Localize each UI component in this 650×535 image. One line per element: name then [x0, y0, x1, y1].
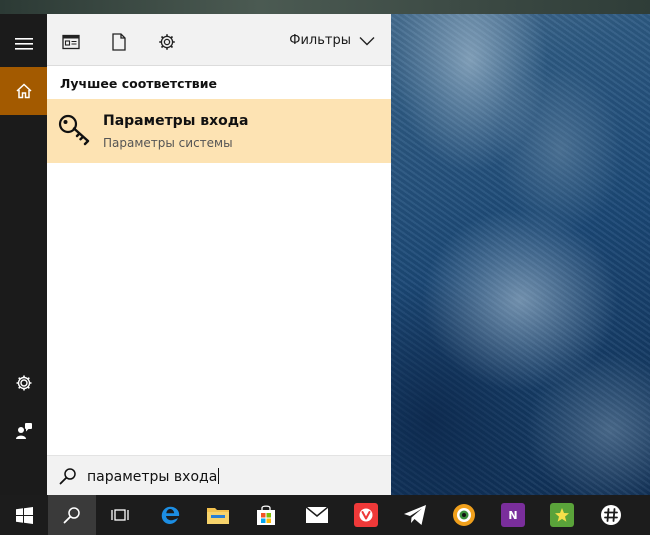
- home-icon: [15, 83, 32, 99]
- apps-view-button[interactable]: [61, 32, 81, 52]
- taskbar-app-vivaldi[interactable]: [342, 495, 390, 535]
- filters-dropdown[interactable]: Фильтры: [289, 33, 375, 48]
- vivaldi-mark-icon: [359, 508, 373, 522]
- green-app-icon: [550, 503, 574, 527]
- taskbar-app-store[interactable]: [242, 495, 290, 535]
- hamburger-menu-button[interactable]: [0, 20, 47, 68]
- settings-rail-button[interactable]: [0, 359, 47, 407]
- taskbar-app-edge[interactable]: [146, 495, 194, 535]
- start-button[interactable]: [0, 495, 48, 535]
- task-view-icon: [111, 509, 129, 521]
- xnview-icon: [453, 504, 475, 526]
- documents-button[interactable]: [109, 32, 129, 52]
- settings-icon: [159, 34, 175, 50]
- hamburger-menu-icon: [14, 38, 33, 50]
- user-feedback-icon: [15, 423, 32, 439]
- search-toolbar: Фильтры: [47, 14, 391, 66]
- apps-view-icon: [62, 34, 80, 50]
- windows-start-icon: [15, 506, 33, 524]
- search-icon: [59, 468, 76, 485]
- settings-filter-button[interactable]: [157, 32, 177, 52]
- file-explorer-icon: [207, 508, 229, 524]
- star-icon: [555, 508, 569, 522]
- store-icon: [257, 505, 275, 525]
- slack-icon: [601, 505, 621, 525]
- taskbar-app-mail[interactable]: [293, 495, 341, 535]
- text-caret: [218, 468, 220, 484]
- search-panel: Фильтры Лучшее соответствие Параметры вх…: [47, 14, 391, 495]
- key-icon: [58, 114, 90, 146]
- taskbar-app-onenote[interactable]: N: [489, 495, 537, 535]
- best-match-subtitle: Параметры системы: [103, 136, 233, 150]
- taskbar-search-button[interactable]: [48, 495, 96, 535]
- documents-icon: [112, 33, 126, 51]
- taskbar-app-xnview[interactable]: [440, 495, 488, 535]
- taskbar-app-explorer[interactable]: [194, 495, 242, 535]
- edge-browser-icon: [161, 506, 180, 524]
- mail-icon: [305, 506, 329, 523]
- chevron-down-icon: [359, 36, 375, 45]
- taskbar-app-slack[interactable]: [587, 495, 635, 535]
- search-query-text: параметры входа: [87, 469, 218, 485]
- start-menu-rail: [0, 14, 47, 495]
- best-match-heading: Лучшее соответствие: [60, 76, 217, 91]
- taskbar: N: [0, 495, 650, 535]
- best-match-title: Параметры входа: [103, 113, 249, 129]
- taskbar-app-telegram[interactable]: [391, 495, 439, 535]
- feedback-rail-button[interactable]: [0, 407, 47, 455]
- task-view-button[interactable]: [96, 495, 144, 535]
- onenote-icon: N: [501, 503, 525, 527]
- search-icon: [63, 507, 80, 524]
- settings-gear-icon: [16, 375, 31, 391]
- onenote-letter: N: [508, 508, 518, 522]
- filters-label: Фильтры: [289, 33, 351, 48]
- search-box[interactable]: параметры входа: [47, 455, 391, 495]
- telegram-icon: [404, 505, 426, 525]
- best-match-result[interactable]: Параметры входа Параметры системы: [47, 99, 391, 163]
- home-button[interactable]: [0, 67, 47, 115]
- vivaldi-icon: [354, 503, 378, 527]
- desktop-wallpaper-top: [0, 0, 650, 14]
- search-input[interactable]: параметры входа: [87, 468, 220, 485]
- taskbar-app-green[interactable]: [538, 495, 586, 535]
